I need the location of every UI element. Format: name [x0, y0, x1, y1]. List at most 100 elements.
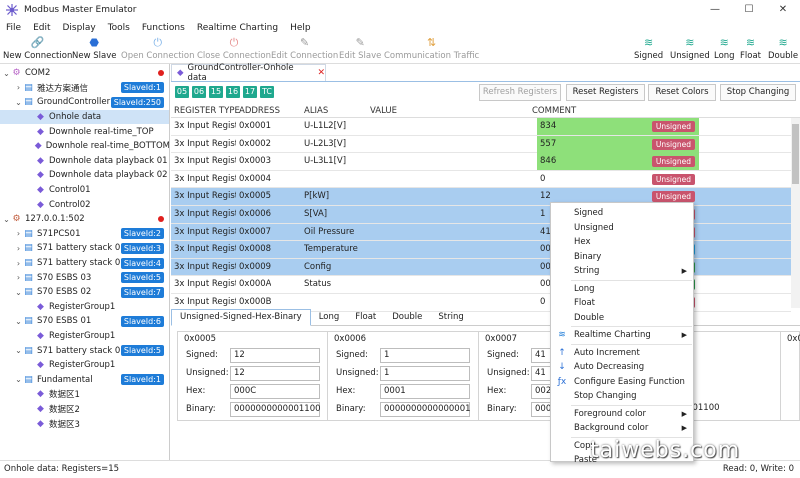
function-pill-06[interactable]: 06	[192, 86, 206, 98]
reset-colors-button[interactable]: Reset Colors	[648, 84, 716, 101]
chevron-down-icon[interactable]: ⌄	[14, 288, 23, 297]
edit-slave-button[interactable]: ✎ Edit Slave	[339, 36, 381, 64]
tree-item-s71pcs01[interactable]: › ▤ S71PCS01 SlaveId:2	[0, 227, 169, 242]
panel-field-signed[interactable]: 1	[380, 348, 470, 363]
tab-double[interactable]: Double	[384, 310, 430, 325]
cell-value[interactable]: 557 Unsigned	[537, 135, 699, 153]
tree-item-s70-esbs-03[interactable]: › ▤ S70 ESBS 03 SlaveId:5	[0, 270, 169, 285]
long-format-button[interactable]: ≋ Long	[714, 36, 735, 64]
tree-item-item[interactable]: › ▤ 雅达方案通信 SlaveId:1	[0, 81, 169, 96]
menu-item-signed[interactable]: Signed	[551, 206, 693, 221]
panel-field-signed[interactable]: 12	[230, 348, 320, 363]
table-row[interactable]: 3x Input Registe0x0003 U-L3L1[V] 846 Unsign…	[171, 153, 791, 171]
tree-item-downhole-data-playback-02[interactable]: ◆ Downhole data playback 02	[0, 168, 169, 183]
tree-item-registergroup1[interactable]: ◆ RegisterGroup1	[0, 300, 169, 315]
maximize-button[interactable]: ☐	[732, 0, 766, 20]
chevron-down-icon[interactable]: ⌄	[14, 346, 23, 355]
tree-item-fundamental[interactable]: ⌄ ▤ Fundamental SlaveId:1	[0, 373, 169, 388]
menu-realtime-charting[interactable]: Realtime Charting	[191, 23, 284, 33]
close-window-button[interactable]: ✕	[766, 0, 800, 20]
tree-item-downhole-real-time-bottom[interactable]: ◆ Downhole real-time_BOTTOM	[0, 139, 169, 154]
menu-item-auto-increment[interactable]: ↑ Auto Increment	[551, 346, 693, 361]
tree-item-groundcontroller[interactable]: ⌄ ▤ GroundController SlaveId:250	[0, 95, 169, 110]
panel-field-binary[interactable]: 0000000000000001	[380, 402, 471, 417]
tree-item-127-0-0-1-502[interactable]: ⌄ ⚙ 127.0.0.1:502	[0, 212, 169, 227]
communication-traffic-button[interactable]: ⇅ Communication Traffic	[384, 36, 479, 64]
table-row[interactable]: 3x Input Registe0x0002 U-L2L3[V] 557 Unsign…	[171, 135, 791, 154]
menu-edit[interactable]: Edit	[27, 23, 56, 33]
function-pill-05[interactable]: 05	[175, 86, 189, 98]
panel-field-hex[interactable]: 000C	[230, 384, 320, 399]
tree-item-s70-esbs-01[interactable]: ⌄ ▤ S70 ESBS 01 SlaveId:6	[0, 314, 169, 329]
menu-item-realtime-charting[interactable]: ≋ Realtime Charting ▶	[551, 328, 693, 343]
new-slave-button[interactable]: ⬣ New Slave	[72, 36, 116, 64]
menu-item-long[interactable]: Long	[551, 282, 693, 297]
float-format-button[interactable]: ≋ Float	[740, 36, 761, 64]
menu-item-auto-decreasing[interactable]: ↓ Auto Decreasing	[551, 360, 693, 375]
tree-item-2[interactable]: ◆ 数据区2	[0, 402, 169, 417]
tab-unsigned-signed-hex-binary[interactable]: Unsigned-Signed-Hex-Binary	[171, 309, 311, 326]
table-row[interactable]: 3x Input Registe0x0006S[VA]1Unsigned	[171, 206, 791, 224]
chevron-right-icon[interactable]: ›	[14, 83, 23, 92]
refresh-registers-button[interactable]: Refresh Registers	[479, 84, 561, 101]
tree-item-registergroup1[interactable]: ◆ RegisterGroup1	[0, 358, 169, 373]
menu-item-background-color[interactable]: Background color ▶	[551, 421, 693, 436]
table-row[interactable]: 3x Input Registe0x0005P[kW]12Unsigned	[171, 188, 791, 206]
panel-field-hex[interactable]: 0001	[380, 384, 470, 399]
panel-field-binary[interactable]: 0000000000001100	[230, 402, 321, 417]
menu-item-string[interactable]: String ▶	[551, 264, 693, 279]
format-badge[interactable]: Unsigned	[651, 121, 695, 132]
format-badge[interactable]: Unsigned	[651, 138, 695, 150]
open-connection-button[interactable]: ⏻ Open Connection	[121, 36, 195, 64]
tree-item-s71-battery-stack-01[interactable]: › ▤ S71 battery stack 01 SlaveId:3	[0, 241, 169, 256]
minimize-button[interactable]: —	[698, 0, 732, 20]
table-row[interactable]: 3x Input Registe0x000AStatus0000Hex	[171, 276, 791, 294]
column-alias[interactable]: ALIAS	[304, 104, 328, 118]
function-pill-16[interactable]: 16	[226, 86, 240, 98]
tree-item-s70-esbs-02[interactable]: ⌄ ▤ S70 ESBS 02 SlaveId:7	[0, 285, 169, 300]
tree-item-1[interactable]: ◆ 数据区1	[0, 387, 169, 402]
reset-registers-button[interactable]: Reset Registers	[566, 84, 645, 101]
menu-item-double[interactable]: Double	[551, 311, 693, 326]
tab-long[interactable]: Long	[311, 310, 348, 325]
chevron-right-icon[interactable]: ›	[14, 229, 23, 238]
table-row[interactable]: 3x Input Registe0x0007Oil Pressure41Unsi…	[171, 223, 791, 242]
tree-item-downhole-data-playback-01[interactable]: ◆ Downhole data playback 01	[0, 154, 169, 169]
tab-float[interactable]: Float	[347, 310, 384, 325]
stop-changing-button[interactable]: Stop Changing	[720, 84, 796, 101]
format-badge[interactable]: Unsigned	[651, 173, 695, 185]
tab-groundcontroller-onhole-data[interactable]: ◆ GroundController-Onhole data ✕	[171, 63, 326, 83]
scrollbar-thumb[interactable]	[792, 124, 799, 184]
cell-value[interactable]: 846 Unsigned	[537, 153, 699, 171]
grid-scrollbar[interactable]	[791, 118, 800, 308]
column-register-type[interactable]: REGISTER TYPE	[174, 104, 240, 118]
cell-value[interactable]: 0 Unsigned	[537, 171, 699, 188]
tree-item-s71-battery-stack-02[interactable]: › ▤ S71 battery stack 02 SlaveId:4	[0, 256, 169, 271]
menu-file[interactable]: File	[0, 23, 27, 33]
menu-functions[interactable]: Functions	[136, 23, 191, 33]
unsigned-format-button[interactable]: ≋ Unsigned	[670, 36, 710, 64]
tree-item-3[interactable]: ◆ 数据区3	[0, 416, 169, 431]
tree-item-control01[interactable]: ◆ Control01	[0, 183, 169, 198]
tree-item-onhole-data[interactable]: ◆ Onhole data	[0, 109, 169, 125]
chevron-right-icon[interactable]: ›	[14, 259, 23, 268]
panel-field-unsigned[interactable]: 1	[380, 366, 470, 381]
edit-connection-button[interactable]: ✎ Edit Connection	[271, 36, 338, 64]
format-badge[interactable]: Unsigned	[651, 156, 695, 168]
tree-item-control02[interactable]: ◆ Control02	[0, 197, 169, 212]
chevron-down-icon[interactable]: ⌄	[14, 317, 23, 326]
chevron-down-icon[interactable]: ⌄	[14, 98, 23, 107]
table-row[interactable]: 3x Input Registe0x0008Temperature0000000…	[171, 241, 791, 259]
close-tab-icon[interactable]: ✕	[317, 68, 325, 78]
table-row[interactable]: 3x Input Registe0x0001 U-L1L2[V] 834 Unsign…	[171, 118, 791, 136]
panel-field-unsigned[interactable]: 12	[230, 366, 320, 381]
format-badge[interactable]: Unsigned	[651, 191, 695, 203]
double-format-button[interactable]: ≋ Double	[768, 36, 798, 64]
chevron-down-icon[interactable]: ⌄	[14, 375, 23, 384]
tree-item-com2[interactable]: ⌄ ⚙ COM2	[0, 66, 169, 81]
signed-format-button[interactable]: ≋ Signed	[634, 36, 663, 64]
tab-string[interactable]: String	[430, 310, 471, 325]
column-comment[interactable]: COMMENT	[532, 104, 576, 118]
menu-display[interactable]: Display	[57, 23, 102, 33]
chevron-down-icon[interactable]: ⌄	[2, 215, 11, 224]
